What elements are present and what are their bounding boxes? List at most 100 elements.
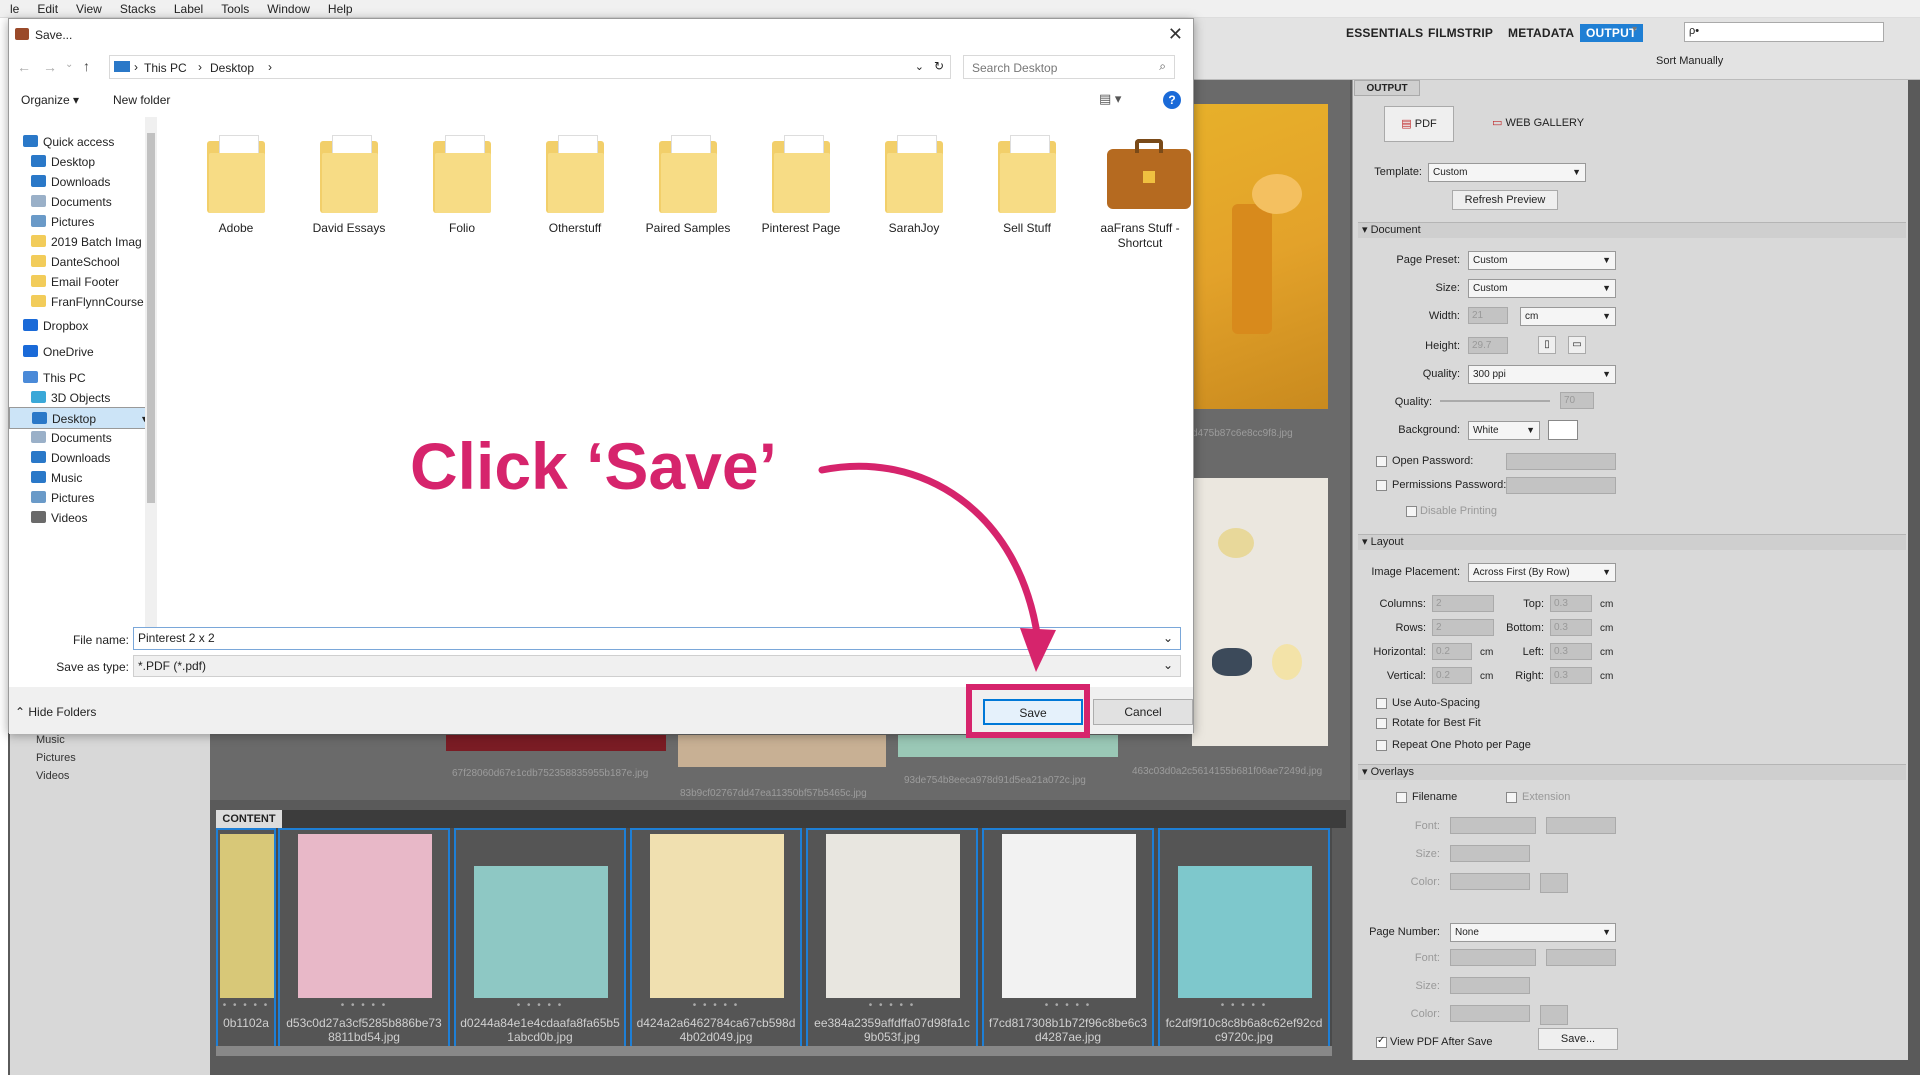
nav-item-downloads[interactable]: Downloads xyxy=(9,171,154,193)
vertical-input[interactable]: 0.2 xyxy=(1432,667,1472,684)
folder-item[interactable]: David Essays xyxy=(294,131,404,236)
content-tab[interactable]: CONTENT xyxy=(216,810,282,828)
preview-photo[interactable] xyxy=(446,735,666,751)
disable-printing-checkbox[interactable] xyxy=(1406,506,1417,517)
page-number-size-select[interactable] xyxy=(1450,977,1530,994)
image-placement-select[interactable]: Across First (By Row) xyxy=(1468,563,1616,582)
left-input[interactable]: 0.3 xyxy=(1550,643,1592,660)
folder-item[interactable]: Otherstuff xyxy=(520,131,630,236)
overlay-color-swatch[interactable] xyxy=(1540,873,1568,893)
folder-item[interactable]: SarahJoy xyxy=(859,131,969,236)
organize-menu[interactable]: Organize ▾ xyxy=(21,93,79,107)
nav-item-desktop[interactable]: Desktop xyxy=(9,407,154,429)
nav-scrollbar[interactable] xyxy=(145,117,157,627)
document-section-header[interactable]: ▾ Document xyxy=(1358,222,1906,238)
rating-dots[interactable]: • • • • • xyxy=(632,1000,800,1011)
save-as-type-dropdown-icon[interactable]: ⌄ xyxy=(1163,658,1173,672)
page-number-color-swatch[interactable] xyxy=(1540,1005,1568,1025)
folder-item[interactable]: Folio xyxy=(407,131,517,236)
preview-photo[interactable] xyxy=(678,735,886,767)
nav-scrollbar-thumb[interactable] xyxy=(147,133,155,503)
sort-manually-dropdown[interactable]: Sort Manually xyxy=(1656,55,1723,67)
top-input[interactable]: 0.3 xyxy=(1550,595,1592,612)
nav-item-dropbox[interactable]: Dropbox xyxy=(9,315,154,337)
search-desktop-input[interactable]: Search Desktop ⌕ xyxy=(963,55,1175,79)
workspace-essentials[interactable]: ESSENTIALS xyxy=(1346,26,1423,40)
rows-input[interactable]: 2 xyxy=(1432,619,1494,636)
rating-dots[interactable]: • • • • • xyxy=(808,1000,976,1011)
hide-folders-button[interactable]: ⌃ Hide Folders xyxy=(15,705,96,719)
overlay-font-style-select[interactable] xyxy=(1546,817,1616,834)
breadcrumb-this-pc[interactable]: This PC xyxy=(144,61,187,75)
landscape-orientation-icon[interactable]: ▭ xyxy=(1568,336,1586,354)
filmstrip-thumbnail[interactable]: • • • • • d0244a84e1e4cdaafa8fa65b51abcd0… xyxy=(454,828,626,1048)
close-icon[interactable]: ✕ xyxy=(1168,24,1183,45)
output-panel-tab[interactable]: OUTPUT xyxy=(1354,80,1420,96)
permissions-password-input[interactable] xyxy=(1506,477,1616,494)
open-password-checkbox[interactable] xyxy=(1376,456,1387,467)
overlays-section-header[interactable]: ▾ Overlays xyxy=(1358,764,1906,780)
workspace-metadata[interactable]: METADATA xyxy=(1508,26,1574,40)
new-folder-button[interactable]: New folder xyxy=(113,93,170,107)
nav-item-documents[interactable]: Documents xyxy=(9,191,154,213)
nav-item-music[interactable]: Music xyxy=(9,467,154,489)
overlay-font-select[interactable] xyxy=(1450,817,1536,834)
nav-item-onedrive[interactable]: OneDrive xyxy=(9,341,154,363)
menu-tools[interactable]: Tools xyxy=(221,2,249,16)
template-select[interactable]: Custom xyxy=(1428,163,1586,182)
right-input[interactable]: 0.3 xyxy=(1550,667,1592,684)
filmstrip-thumbnail[interactable]: • • • • • fc2df9f10c8c8b6a8c62ef92cdc9720… xyxy=(1158,828,1330,1048)
menu-stacks[interactable]: Stacks xyxy=(120,2,156,16)
page-number-select[interactable]: None xyxy=(1450,923,1616,942)
folder-item[interactable]: Adobe xyxy=(181,131,291,236)
unit-select[interactable]: cm xyxy=(1520,307,1616,326)
open-password-input[interactable] xyxy=(1506,453,1616,470)
filmstrip-scrollbar[interactable] xyxy=(216,1046,1332,1056)
page-number-font-select[interactable] xyxy=(1450,949,1536,966)
filmstrip-thumbnail[interactable]: • • • • • d424a2a6462784ca67cb598d4b02d04… xyxy=(630,828,802,1048)
nav-item-desktop[interactable]: Desktop xyxy=(9,151,154,173)
columns-input[interactable]: 2 xyxy=(1432,595,1494,612)
overlay-size-select[interactable] xyxy=(1450,845,1530,862)
folder-item[interactable]: Sell Stuff xyxy=(972,131,1082,236)
menu-window[interactable]: Window xyxy=(267,2,310,16)
horizontal-input[interactable]: 0.2 xyxy=(1432,643,1472,660)
nav-item-danteschool[interactable]: DanteSchool xyxy=(9,251,154,273)
folder-pictures[interactable]: Pictures xyxy=(36,752,76,764)
quality-slider[interactable] xyxy=(1440,400,1550,402)
workspace-dropdown-icon[interactable]: ▾ xyxy=(1632,24,1637,35)
up-arrow-icon[interactable]: ↑ xyxy=(83,58,90,74)
output-save-button[interactable]: Save... xyxy=(1538,1028,1618,1050)
cancel-button[interactable]: Cancel xyxy=(1093,699,1193,725)
rating-dots[interactable]: • • • • • xyxy=(280,1000,448,1011)
back-arrow-icon[interactable]: ← xyxy=(17,59,31,75)
height-input[interactable]: 29.7 xyxy=(1468,337,1508,354)
rating-dots[interactable]: • • • • • xyxy=(1160,1000,1328,1011)
help-icon[interactable]: ? xyxy=(1163,91,1181,109)
folder-item[interactable]: Pinterest Page xyxy=(746,131,856,236)
nav-item-3d-objects[interactable]: 3D Objects xyxy=(9,387,154,409)
filmstrip-thumbnail[interactable]: • • • • • d53c0d27a3cf5285b886be738811bd5… xyxy=(278,828,450,1048)
filmstrip-thumbnail[interactable]: • • • • • ee384a2359affdffa07d98fa1c9b053… xyxy=(806,828,978,1048)
background-select[interactable]: White xyxy=(1468,421,1540,440)
nav-item-pictures[interactable]: Pictures xyxy=(9,487,154,509)
folder-videos[interactable]: Videos xyxy=(36,770,69,782)
layout-section-header[interactable]: ▾ Layout xyxy=(1358,534,1906,550)
preview-photo[interactable] xyxy=(1192,104,1328,409)
workspace-filmstrip[interactable]: FILMSTRIP xyxy=(1428,26,1493,40)
view-pdf-checkbox[interactable]: ✓ xyxy=(1376,1035,1387,1048)
folder-item[interactable]: aaFrans Stuff - Shortcut xyxy=(1085,131,1195,251)
refresh-preview-button[interactable]: Refresh Preview xyxy=(1452,190,1558,210)
menu-view[interactable]: View xyxy=(76,2,102,16)
nav-item-email-footer[interactable]: Email Footer xyxy=(9,271,154,293)
nav-item-franflynncourse[interactable]: FranFlynnCourse xyxy=(9,291,154,313)
file-name-dropdown-icon[interactable]: ⌄ xyxy=(1163,631,1173,645)
page-number-color-select[interactable] xyxy=(1450,1005,1530,1022)
bridge-search-input[interactable]: ρ• xyxy=(1684,22,1884,42)
width-input[interactable]: 21 xyxy=(1468,307,1508,324)
overlay-color-select[interactable] xyxy=(1450,873,1530,890)
size-select[interactable]: Custom xyxy=(1468,279,1616,298)
nav-item-pictures[interactable]: Pictures xyxy=(9,211,154,233)
quality-select[interactable]: 300 ppi xyxy=(1468,365,1616,384)
forward-arrow-icon[interactable]: → xyxy=(43,59,57,75)
